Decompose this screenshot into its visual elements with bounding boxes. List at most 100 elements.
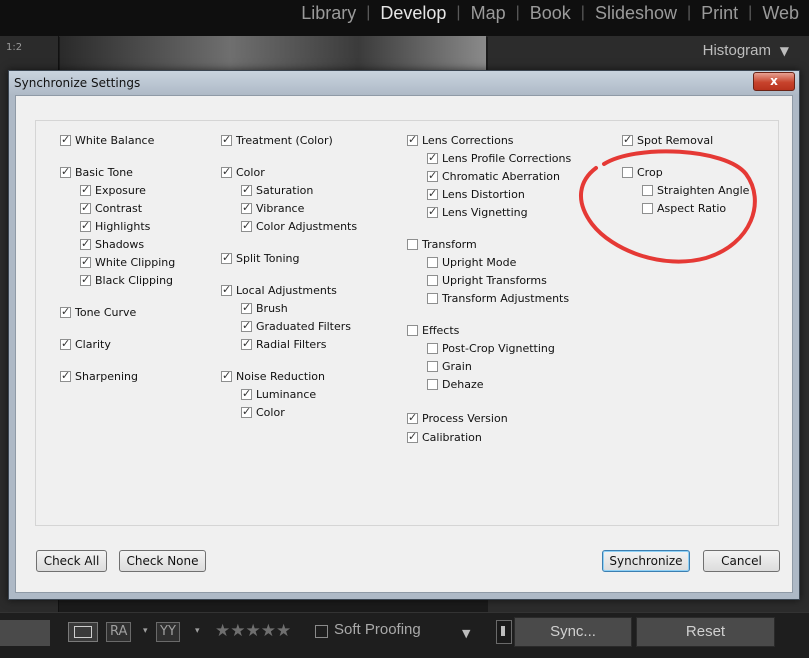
checkbox-spot-removal[interactable]: Spot Removal — [622, 133, 713, 147]
before-after-swap-button[interactable]: YY — [156, 622, 180, 642]
checkbox-lens-vignetting[interactable]: Lens Vignetting — [427, 205, 528, 219]
checkbox-checked-icon[interactable] — [622, 133, 633, 146]
module-print[interactable]: Print — [691, 3, 748, 24]
checkbox-unchecked-icon[interactable] — [407, 238, 418, 250]
checkbox-highlights[interactable]: Highlights — [80, 219, 150, 233]
check-none-button[interactable]: Check None — [119, 550, 206, 572]
checkbox-color-adjustments[interactable]: Color Adjustments — [241, 219, 357, 233]
module-web[interactable]: Web — [752, 3, 809, 24]
checkbox-crop[interactable]: Crop — [622, 165, 663, 179]
star-rating[interactable]: ★★★★★ — [215, 621, 291, 641]
checkbox-unchecked-icon[interactable] — [622, 166, 633, 178]
checkbox-tone-curve[interactable]: Tone Curve — [60, 305, 136, 319]
checkbox-treatment-color[interactable]: Treatment (Color) — [221, 133, 333, 147]
checkbox-upright-transforms[interactable]: Upright Transforms — [427, 273, 547, 287]
checkbox-checked-icon[interactable] — [241, 319, 252, 332]
checkbox-white-balance[interactable]: White Balance — [60, 133, 154, 147]
checkbox-checked-icon[interactable] — [80, 273, 91, 286]
checkbox-checked-icon[interactable] — [80, 255, 91, 268]
soft-proofing-checkbox[interactable] — [315, 625, 328, 638]
checkbox-brush[interactable]: Brush — [241, 301, 288, 315]
zoom-level[interactable]: 1:2 — [6, 42, 22, 53]
checkbox-grain[interactable]: Grain — [427, 359, 472, 373]
checkbox-checked-icon[interactable] — [407, 411, 418, 424]
module-map[interactable]: Map — [461, 3, 516, 24]
checkbox-effects[interactable]: Effects — [407, 323, 459, 337]
checkbox-checked-icon[interactable] — [80, 237, 91, 250]
checkbox-vibrance[interactable]: Vibrance — [241, 201, 304, 215]
checkbox-unchecked-icon[interactable] — [427, 378, 438, 390]
dialog-titlebar[interactable]: Synchronize Settings x — [9, 71, 799, 95]
cancel-button[interactable]: Cancel — [703, 550, 780, 572]
checkbox-unchecked-icon[interactable] — [407, 324, 418, 336]
histogram-panel-title[interactable]: Histogram — [703, 42, 771, 59]
check-all-button[interactable]: Check All — [36, 550, 107, 572]
checkbox-lens-distortion[interactable]: Lens Distortion — [427, 187, 525, 201]
checkbox-checked-icon[interactable] — [241, 301, 252, 314]
before-after-button[interactable]: RA — [106, 622, 132, 642]
checkbox-process-version[interactable]: Process Version — [407, 411, 508, 425]
checkbox-checked-icon[interactable] — [60, 165, 71, 178]
close-icon[interactable]: x — [753, 72, 795, 91]
checkbox-unchecked-icon[interactable] — [427, 360, 438, 372]
module-book[interactable]: Book — [520, 3, 581, 24]
toolbar-menu-icon[interactable]: ▼ — [462, 627, 470, 640]
checkbox-checked-icon[interactable] — [80, 201, 91, 214]
checkbox-checked-icon[interactable] — [60, 133, 71, 146]
checkbox-checked-icon[interactable] — [241, 183, 252, 196]
checkbox-checked-icon[interactable] — [80, 183, 91, 196]
checkbox-checked-icon[interactable] — [80, 219, 91, 232]
checkbox-unchecked-icon[interactable] — [642, 202, 653, 214]
checkbox-checked-icon[interactable] — [407, 133, 418, 146]
checkbox-unchecked-icon[interactable] — [427, 292, 438, 304]
checkbox-checked-icon[interactable] — [427, 169, 438, 182]
synchronize-button[interactable]: Synchronize — [602, 550, 690, 572]
checkbox-checked-icon[interactable] — [241, 405, 252, 418]
checkbox-checked-icon[interactable] — [221, 251, 232, 264]
module-slideshow[interactable]: Slideshow — [585, 3, 687, 24]
checkbox-checked-icon[interactable] — [241, 387, 252, 400]
checkbox-saturation[interactable]: Saturation — [241, 183, 313, 197]
checkbox-checked-icon[interactable] — [427, 151, 438, 164]
left-panel-button[interactable] — [0, 620, 50, 646]
checkbox-unchecked-icon[interactable] — [427, 256, 438, 268]
checkbox-lens-profile-corrections[interactable]: Lens Profile Corrections — [427, 151, 571, 165]
checkbox-white-clipping[interactable]: White Clipping — [80, 255, 175, 269]
checkbox-checked-icon[interactable] — [60, 369, 71, 382]
checkbox-post-crop-vignetting[interactable]: Post-Crop Vignetting — [427, 341, 555, 355]
checkbox-noise-reduction[interactable]: Noise Reduction — [221, 369, 325, 383]
checkbox-checked-icon[interactable] — [241, 201, 252, 214]
checkbox-split-toning[interactable]: Split Toning — [221, 251, 299, 265]
sync-toggle-switch[interactable] — [496, 620, 512, 644]
checkbox-straighten-angle[interactable]: Straighten Angle — [642, 183, 749, 197]
checkbox-calibration[interactable]: Calibration — [407, 430, 482, 444]
checkbox-clarity[interactable]: Clarity — [60, 337, 111, 351]
checkbox-radial-filters[interactable]: Radial Filters — [241, 337, 326, 351]
module-library[interactable]: Library — [291, 3, 366, 24]
sync-button[interactable]: Sync... — [514, 617, 632, 647]
checkbox-checked-icon[interactable] — [427, 187, 438, 200]
panel-collapse-icon[interactable]: ▼ — [780, 44, 789, 58]
checkbox-dehaze[interactable]: Dehaze — [427, 377, 484, 391]
checkbox-unchecked-icon[interactable] — [427, 274, 438, 286]
checkbox-checked-icon[interactable] — [60, 337, 71, 350]
checkbox-graduated-filters[interactable]: Graduated Filters — [241, 319, 351, 333]
reset-button[interactable]: Reset — [636, 617, 775, 647]
checkbox-checked-icon[interactable] — [241, 337, 252, 350]
checkbox-checked-icon[interactable] — [221, 283, 232, 296]
checkbox-contrast[interactable]: Contrast — [80, 201, 142, 215]
checkbox-chromatic-aberration[interactable]: Chromatic Aberration — [427, 169, 560, 183]
checkbox-shadows[interactable]: Shadows — [80, 237, 144, 251]
module-develop[interactable]: Develop — [370, 3, 456, 24]
checkbox-transform-adjustments[interactable]: Transform Adjustments — [427, 291, 569, 305]
checkbox-color[interactable]: Color — [241, 405, 285, 419]
checkbox-transform[interactable]: Transform — [407, 237, 477, 251]
checkbox-local-adjustments[interactable]: Local Adjustments — [221, 283, 337, 297]
chevron-down-icon[interactable]: ▾ — [195, 626, 200, 636]
checkbox-lens-corrections[interactable]: Lens Corrections — [407, 133, 514, 147]
checkbox-luminance[interactable]: Luminance — [241, 387, 316, 401]
checkbox-checked-icon[interactable] — [221, 165, 232, 178]
checkbox-basic-tone[interactable]: Basic Tone — [60, 165, 133, 179]
checkbox-checked-icon[interactable] — [241, 219, 252, 232]
checkbox-unchecked-icon[interactable] — [427, 342, 438, 354]
